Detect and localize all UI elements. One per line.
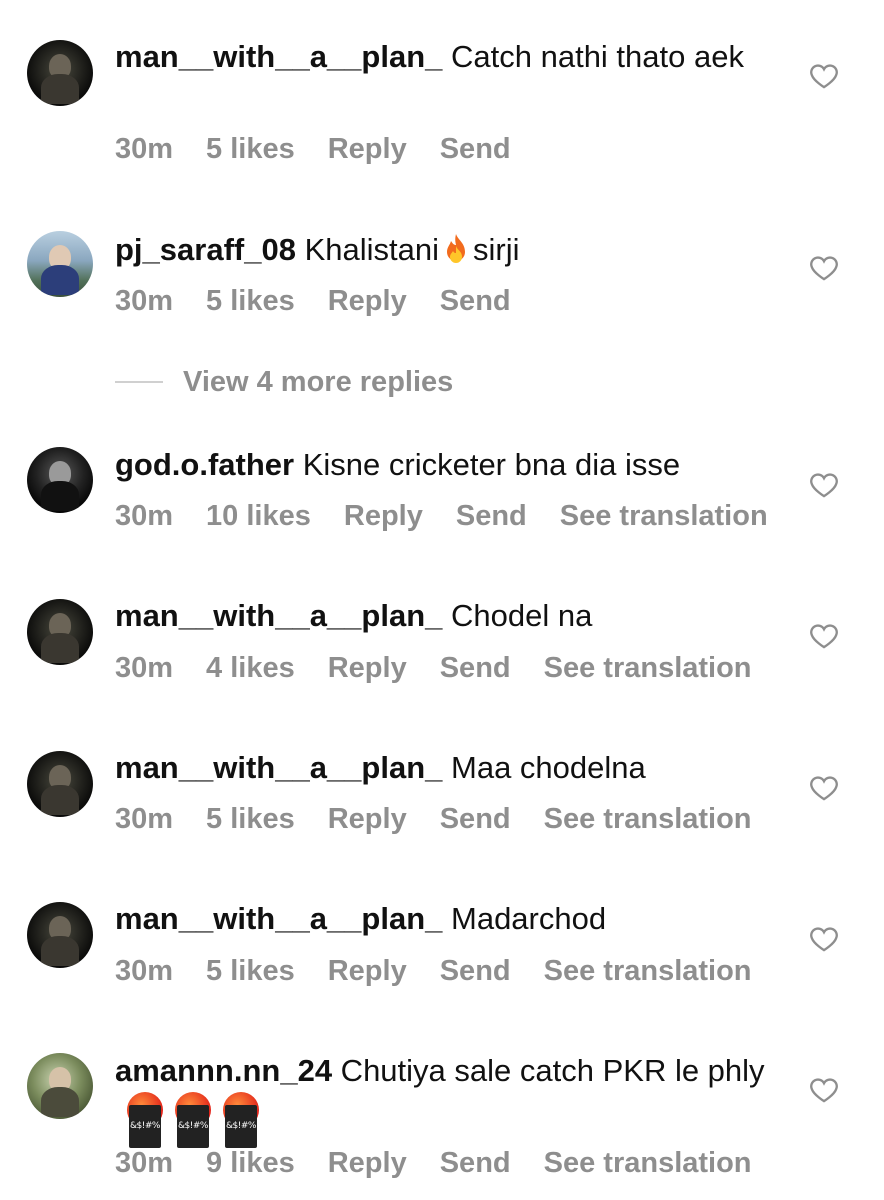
see-translation-button[interactable]: See translation	[544, 803, 752, 836]
comment-text: man__with__a__plan_ Catch nathi thato ae…	[115, 36, 775, 77]
comment-meta: 30m 9 likes Reply Send See translation	[115, 1147, 785, 1180]
send-button[interactable]: Send	[440, 955, 511, 988]
avatar[interactable]	[27, 751, 93, 817]
comment-text: god.o.father Kisne cricketer bna dia iss…	[115, 444, 775, 485]
timestamp: 30m	[115, 133, 174, 165]
heart-icon[interactable]	[810, 926, 838, 952]
fire-icon	[446, 234, 465, 263]
timestamp: 30m	[115, 803, 174, 835]
comment-body: Maa chodelna	[442, 750, 646, 785]
see-translation-button[interactable]: See translation	[544, 1147, 752, 1180]
heart-icon[interactable]	[810, 63, 838, 89]
username[interactable]: man__with__a__plan_	[115, 598, 442, 633]
username[interactable]: man__with__a__plan_	[115, 750, 442, 785]
see-translation-button[interactable]: See translation	[544, 652, 752, 685]
comment-meta: 30m 4 likes Reply Send See translation	[115, 652, 785, 685]
avatar[interactable]	[27, 40, 93, 106]
heart-icon[interactable]	[810, 1077, 838, 1103]
comment-text: man__with__a__plan_ Madarchod	[115, 898, 775, 939]
username[interactable]: pj_saraff_08	[115, 232, 296, 267]
avatar[interactable]	[27, 447, 93, 513]
timestamp: 30m	[115, 285, 174, 317]
likes-count[interactable]: 10 likes	[206, 500, 311, 533]
see-translation-button[interactable]: See translation	[560, 500, 768, 533]
username[interactable]: man__with__a__plan_	[115, 901, 442, 936]
comment-meta: 30m 10 likes Reply Send See translation	[115, 500, 801, 533]
comment-body: Kisne cricketer bna dia isse	[294, 447, 681, 482]
comment-body: Madarchod	[442, 901, 607, 936]
likes-count[interactable]: 9 likes	[206, 1147, 295, 1180]
comment-meta: 30m 5 likes Reply Send See translation	[115, 955, 785, 988]
send-button[interactable]: Send	[440, 803, 511, 836]
comment-meta: 30m 5 likes Reply Send	[115, 133, 544, 166]
reply-button[interactable]: Reply	[328, 133, 407, 166]
username[interactable]: amannn.nn_24	[115, 1053, 332, 1088]
likes-count[interactable]: 5 likes	[206, 955, 295, 988]
likes-count[interactable]: 5 likes	[206, 803, 295, 836]
avatar[interactable]	[27, 1053, 93, 1119]
timestamp: 30m	[115, 500, 174, 532]
comment-body: Catch nathi thato aek	[442, 39, 744, 74]
comment-body: Chodel na	[442, 598, 593, 633]
reply-button[interactable]: Reply	[328, 652, 407, 685]
comment-text: amannn.nn_24 Chutiya sale catch PKR le p…	[115, 1050, 775, 1148]
cursing-face-icon	[175, 1092, 211, 1148]
send-button[interactable]: Send	[440, 133, 511, 166]
avatar[interactable]	[27, 231, 93, 297]
likes-count[interactable]: 4 likes	[206, 652, 295, 685]
comment-meta: 30m 5 likes Reply Send	[115, 285, 544, 318]
comment-body: Khalistani	[295, 232, 439, 267]
view-more-label[interactable]: View 4 more replies	[183, 366, 453, 399]
heart-icon[interactable]	[810, 472, 838, 498]
send-button[interactable]: Send	[440, 285, 511, 318]
comment-body: Chutiya sale catch PKR le phly	[332, 1053, 765, 1088]
view-more-replies[interactable]: View 4 more replies	[115, 360, 453, 404]
heart-icon[interactable]	[810, 255, 838, 281]
comment-body-end: sirji	[472, 232, 520, 267]
likes-count[interactable]: 5 likes	[206, 285, 295, 318]
comment-text: man__with__a__plan_ Chodel na	[115, 595, 775, 636]
reply-button[interactable]: Reply	[328, 1147, 407, 1180]
send-button[interactable]: Send	[440, 1147, 511, 1180]
reply-button[interactable]: Reply	[328, 285, 407, 318]
reply-button[interactable]: Reply	[328, 803, 407, 836]
comment-text: man__with__a__plan_ Maa chodelna	[115, 747, 775, 788]
heart-icon[interactable]	[810, 623, 838, 649]
send-button[interactable]: Send	[456, 500, 527, 533]
see-translation-button[interactable]: See translation	[544, 955, 752, 988]
timestamp: 30m	[115, 1147, 174, 1179]
username[interactable]: man__with__a__plan_	[115, 39, 442, 74]
reply-button[interactable]: Reply	[344, 500, 423, 533]
cursing-face-icon	[223, 1092, 259, 1148]
reply-button[interactable]: Reply	[328, 955, 407, 988]
comment-text: pj_saraff_08 Khalistani sirji	[115, 229, 775, 270]
divider-line	[115, 381, 163, 383]
heart-icon[interactable]	[810, 775, 838, 801]
likes-count[interactable]: 5 likes	[206, 133, 295, 166]
timestamp: 30m	[115, 652, 174, 684]
avatar[interactable]	[27, 902, 93, 968]
avatar[interactable]	[27, 599, 93, 665]
cursing-face-icon	[127, 1092, 163, 1148]
timestamp: 30m	[115, 955, 174, 987]
send-button[interactable]: Send	[440, 652, 511, 685]
username[interactable]: god.o.father	[115, 447, 294, 482]
comment-meta: 30m 5 likes Reply Send See translation	[115, 803, 785, 836]
